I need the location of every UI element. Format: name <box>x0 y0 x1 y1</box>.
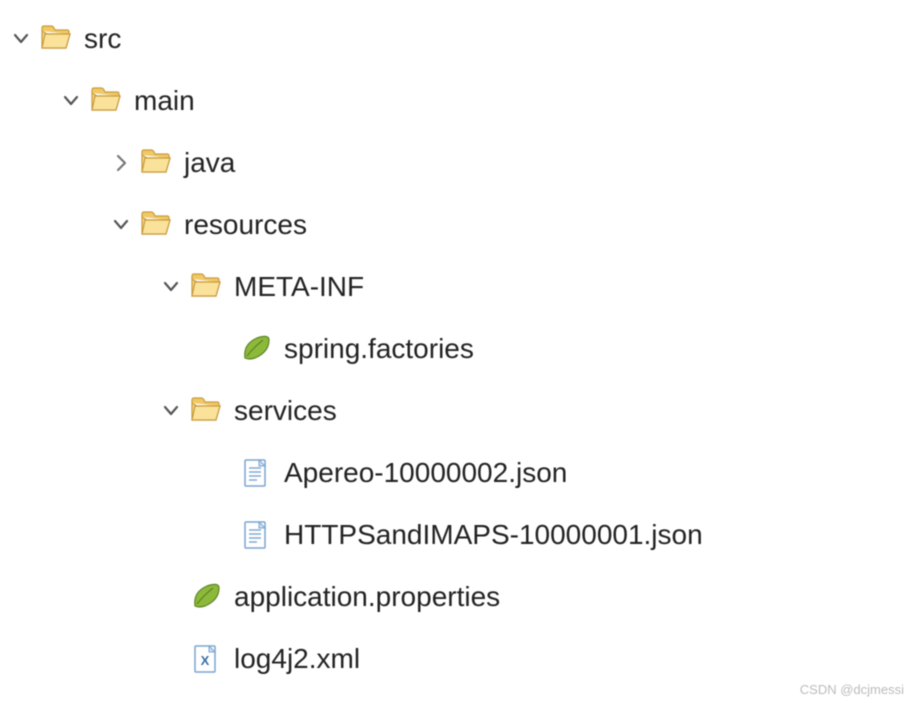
tree-item-label: services <box>234 395 337 427</box>
folder-open-icon <box>138 145 174 181</box>
tree-item-label: resources <box>184 209 307 241</box>
folder-open-icon <box>38 21 74 57</box>
chevron-down-icon[interactable] <box>8 26 34 52</box>
tree-item-log4j2-xml[interactable]: log4j2.xml <box>8 628 908 690</box>
tree-item-label: log4j2.xml <box>234 643 360 675</box>
tree-item-label: META-INF <box>234 271 364 303</box>
tree-item-label: Apereo-10000002.json <box>284 457 567 489</box>
tree-item-services[interactable]: services <box>8 380 908 442</box>
tree-item-label: application.properties <box>234 581 500 613</box>
chevron-down-icon[interactable] <box>158 274 184 300</box>
tree-item-label: spring.factories <box>284 333 474 365</box>
tree-item-application-properties[interactable]: application.properties <box>8 566 908 628</box>
file-xml-icon <box>188 641 224 677</box>
watermark-text: CSDN @dcjmessi <box>800 682 904 697</box>
leaf-icon <box>188 579 224 615</box>
tree-item-resources[interactable]: resources <box>8 194 908 256</box>
chevron-down-icon[interactable] <box>158 398 184 424</box>
folder-open-icon <box>188 393 224 429</box>
tree-item-src[interactable]: src <box>8 8 908 70</box>
tree-item-java[interactable]: java <box>8 132 908 194</box>
tree-item-label: main <box>134 85 195 117</box>
tree-item-label: src <box>84 23 121 55</box>
tree-item-apereo-json[interactable]: Apereo-10000002.json <box>8 442 908 504</box>
tree-item-main[interactable]: main <box>8 70 908 132</box>
file-text-icon <box>238 517 274 553</box>
tree-item-httpsimaps-json[interactable]: HTTPSandIMAPS-10000001.json <box>8 504 908 566</box>
tree-item-metainf[interactable]: META-INF <box>8 256 908 318</box>
chevron-down-icon[interactable] <box>108 212 134 238</box>
tree-item-spring-factories[interactable]: spring.factories <box>8 318 908 380</box>
folder-open-icon <box>88 83 124 119</box>
folder-open-icon <box>138 207 174 243</box>
leaf-icon <box>238 331 274 367</box>
chevron-down-icon[interactable] <box>58 88 84 114</box>
tree-item-label: HTTPSandIMAPS-10000001.json <box>284 519 703 551</box>
file-text-icon <box>238 455 274 491</box>
chevron-right-icon[interactable] <box>108 150 134 176</box>
tree-item-label: java <box>184 147 235 179</box>
folder-open-icon <box>188 269 224 305</box>
file-tree: src main java resources META-INF spring.… <box>8 8 908 690</box>
